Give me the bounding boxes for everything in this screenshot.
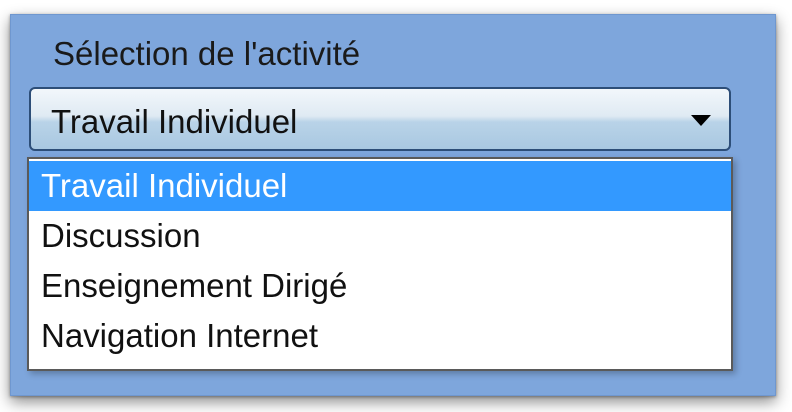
activity-combobox[interactable]: Travail Individuel xyxy=(29,87,731,151)
triangle-down-icon[interactable] xyxy=(691,115,711,126)
dropdown-option-travail-individuel[interactable]: Travail Individuel xyxy=(29,161,731,211)
dropdown-option-enseignement-dirige[interactable]: Enseignement Dirigé xyxy=(29,261,731,311)
screenshot-stage: Sélection de l'activité Travail Individu… xyxy=(0,0,792,412)
activity-dropdown-list: Travail Individuel Discussion Enseigneme… xyxy=(27,157,733,371)
combobox-selected-value: Travail Individuel xyxy=(51,103,298,140)
activity-selection-title: Sélection de l'activité xyxy=(53,35,361,72)
activity-selection-panel: Sélection de l'activité Travail Individu… xyxy=(10,14,776,396)
dropdown-option-navigation-internet[interactable]: Navigation Internet xyxy=(29,311,731,361)
dropdown-option-discussion[interactable]: Discussion xyxy=(29,211,731,261)
